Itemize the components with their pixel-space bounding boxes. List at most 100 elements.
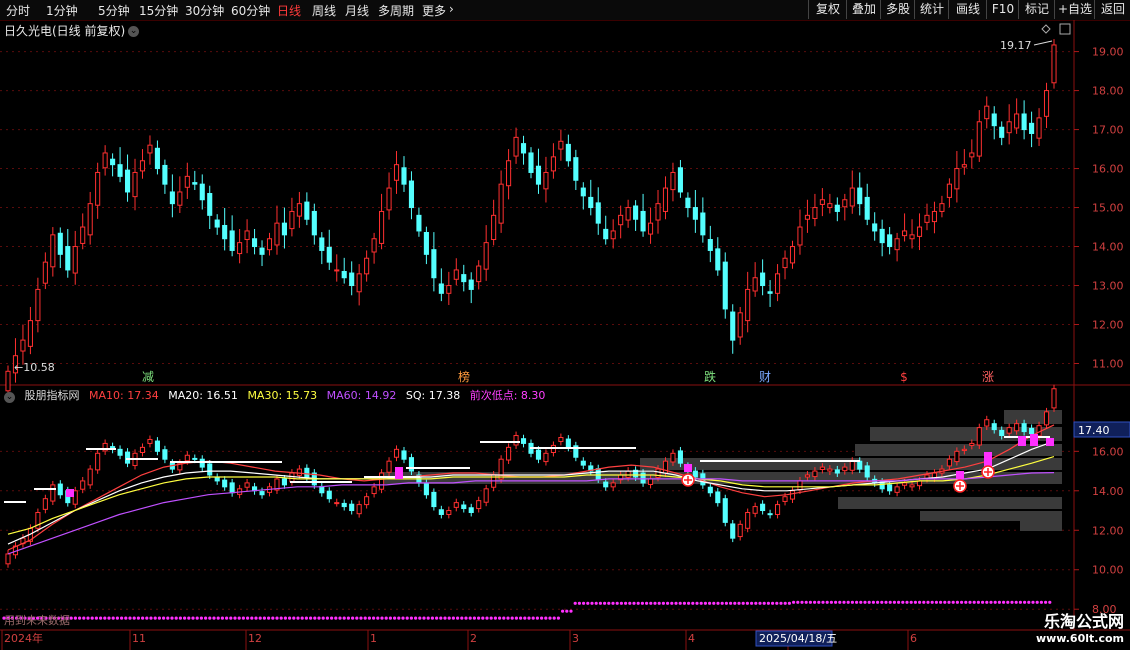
- date-axis-label: 2024年: [4, 631, 43, 645]
- next-low-dot: [468, 616, 472, 620]
- indicator-candle-body: [902, 482, 908, 486]
- next-low-dot: [876, 600, 880, 604]
- next-low-dot: [884, 600, 888, 604]
- indicator-candle-body: [349, 503, 355, 512]
- indicator-candle-body: [610, 482, 616, 488]
- next-low-dot: [926, 600, 930, 604]
- signal-block: [956, 471, 964, 479]
- indicator-candle-body: [408, 457, 415, 472]
- next-low-dot: [645, 601, 649, 605]
- indicator-candle-body: [849, 460, 855, 471]
- next-low-dot: [510, 616, 514, 620]
- next-low-dot: [401, 616, 405, 620]
- indicator-candle-body: [184, 454, 190, 462]
- next-low-dot: [498, 616, 502, 620]
- candle-body: [222, 224, 228, 240]
- next-low-dot: [989, 600, 993, 604]
- next-low-dot: [825, 600, 829, 604]
- candle-body: [237, 242, 243, 255]
- next-low-dot: [1002, 600, 1006, 604]
- next-low-dot: [86, 616, 90, 620]
- candle-body: [371, 238, 377, 253]
- next-low-dot: [82, 616, 86, 620]
- next-low-dot: [632, 601, 636, 605]
- next-low-dot: [548, 616, 552, 620]
- next-low-dot: [955, 600, 960, 604]
- indicator-candle-body: [124, 451, 131, 464]
- price-axis-label: 17.00: [1092, 124, 1124, 137]
- next-low-dot: [346, 616, 350, 620]
- candle-body: [909, 234, 915, 240]
- next-low-dot: [409, 616, 413, 620]
- candle-body: [319, 237, 325, 251]
- indicator-candle-body: [842, 466, 848, 472]
- indicator-chevron-icon[interactable]: ⌄: [4, 392, 15, 403]
- next-low-dot: [166, 616, 170, 620]
- next-low-dot: [439, 616, 443, 620]
- indicator-candle-body: [797, 480, 803, 491]
- indicator-axis-label: 14.00: [1092, 485, 1124, 498]
- candle-body: [311, 210, 317, 236]
- indicator-candle-body: [961, 448, 967, 452]
- next-low-dot: [880, 600, 884, 604]
- candle-body: [745, 288, 751, 322]
- candle-body: [304, 201, 310, 220]
- candle-body: [737, 312, 743, 338]
- indicator-candle-body: [95, 452, 101, 471]
- candle-body: [969, 152, 975, 158]
- price-axis-label: 15.00: [1092, 202, 1124, 215]
- candle-body: [431, 249, 437, 279]
- indicator-candle-body: [244, 482, 250, 488]
- signal-block: [66, 489, 74, 497]
- next-low-dot: [607, 601, 611, 605]
- candle-body: [483, 242, 489, 270]
- price-axis-label: 11.00: [1092, 358, 1124, 371]
- next-low-dot: [779, 601, 783, 605]
- volume-profile-bar: [920, 511, 1062, 521]
- indicator-candle-body: [946, 458, 952, 467]
- date-axis-label: 12: [248, 632, 262, 645]
- next-low-dot: [481, 616, 485, 620]
- candle-body: [259, 247, 265, 255]
- high-arrow: [1033, 40, 1053, 46]
- next-low-dot: [913, 600, 918, 604]
- next-low-dot: [930, 600, 934, 604]
- next-low-dot: [363, 616, 367, 620]
- next-low-dot: [359, 616, 363, 620]
- next-low-dot: [309, 616, 313, 620]
- next-low-dot: [577, 601, 582, 605]
- next-low-dot: [99, 616, 103, 620]
- indicator-name[interactable]: 股朋指标网: [25, 389, 80, 402]
- next-low-dot: [590, 601, 594, 605]
- next-low-dot: [296, 616, 300, 620]
- indicator-candle-body: [737, 523, 743, 538]
- kline-chart[interactable]: 19.00 18.00 17.00 16.00 15.00 14.00 13.00 12.00…: [0, 0, 1130, 650]
- next-low-dot: [1044, 600, 1048, 604]
- indicator-candle-body: [647, 478, 654, 485]
- candle-body: [976, 121, 982, 157]
- next-low-dot: [766, 601, 771, 605]
- next-low-dot: [582, 601, 586, 605]
- candle-body: [169, 191, 175, 205]
- next-low-dot: [737, 601, 741, 605]
- next-low-dot: [233, 616, 237, 620]
- next-low-dot: [628, 601, 632, 605]
- next-low-dot: [838, 600, 842, 604]
- candle-body: [842, 199, 848, 208]
- candle-body: [954, 168, 960, 190]
- next-low-dot: [187, 616, 191, 620]
- indicator-candle-body: [80, 480, 86, 490]
- next-low-dot: [561, 609, 565, 613]
- indicator-candle-body: [804, 474, 810, 478]
- candle-body: [491, 214, 497, 241]
- candle-body: [468, 279, 474, 290]
- candles: [5, 39, 1057, 397]
- candle-body: [655, 203, 661, 221]
- next-low-dot: [149, 616, 153, 620]
- next-low-dot: [435, 616, 439, 620]
- candle-body: [139, 160, 146, 172]
- next-low-dot: [225, 616, 229, 620]
- indicator-candle-body: [984, 419, 990, 427]
- candle-body: [692, 207, 698, 220]
- indicator-candle-body: [730, 523, 736, 539]
